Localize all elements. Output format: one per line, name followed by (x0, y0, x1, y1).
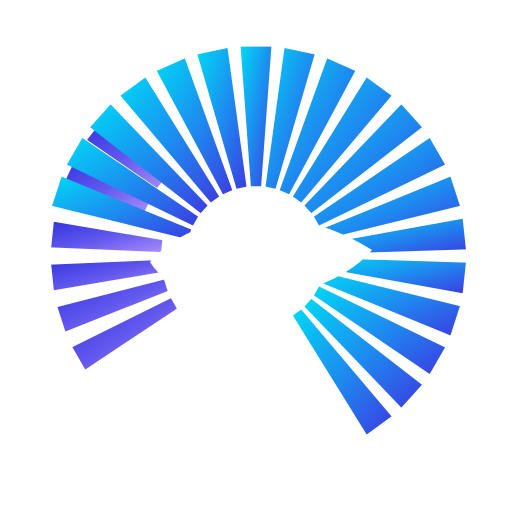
front-ray (240, 46, 272, 187)
logo-canvas (0, 0, 512, 512)
striped-sphere-logo-icon (51, 46, 466, 435)
